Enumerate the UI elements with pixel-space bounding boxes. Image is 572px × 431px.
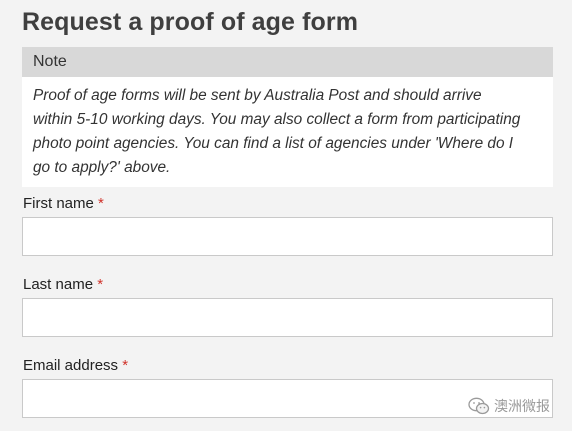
required-marker: *: [122, 357, 129, 374]
email-address-label: Email address *: [23, 357, 128, 374]
last-name-label-text: Last name: [23, 276, 94, 293]
note-line: go to apply?' above.: [33, 159, 171, 176]
note-header: Note: [22, 47, 553, 77]
last-name-label: Last name *: [23, 276, 103, 293]
first-name-label: First name *: [23, 195, 104, 212]
first-name-label-text: First name: [23, 195, 94, 212]
last-name-input[interactable]: [22, 298, 553, 337]
page-title: Request a proof of age form: [22, 8, 359, 36]
watermark-text: 澳洲微报: [494, 398, 550, 414]
note-line: photo point agencies. You can find a lis…: [33, 135, 514, 152]
email-address-label-text: Email address: [23, 357, 119, 374]
note-line: within 5-10 working days. You may also c…: [33, 111, 521, 128]
note-box: Note Proof of age forms will be sent by …: [22, 47, 553, 187]
watermark: 澳洲微报: [468, 396, 550, 416]
note-body: Proof of age forms will be sent by Austr…: [22, 77, 553, 180]
required-marker: *: [97, 276, 104, 293]
form-page: Request a proof of age form Note Proof o…: [0, 0, 572, 431]
note-line: Proof of age forms will be sent by Austr…: [33, 87, 482, 104]
first-name-input[interactable]: [22, 217, 553, 256]
wechat-icon: [468, 397, 490, 415]
required-marker: *: [98, 195, 104, 212]
